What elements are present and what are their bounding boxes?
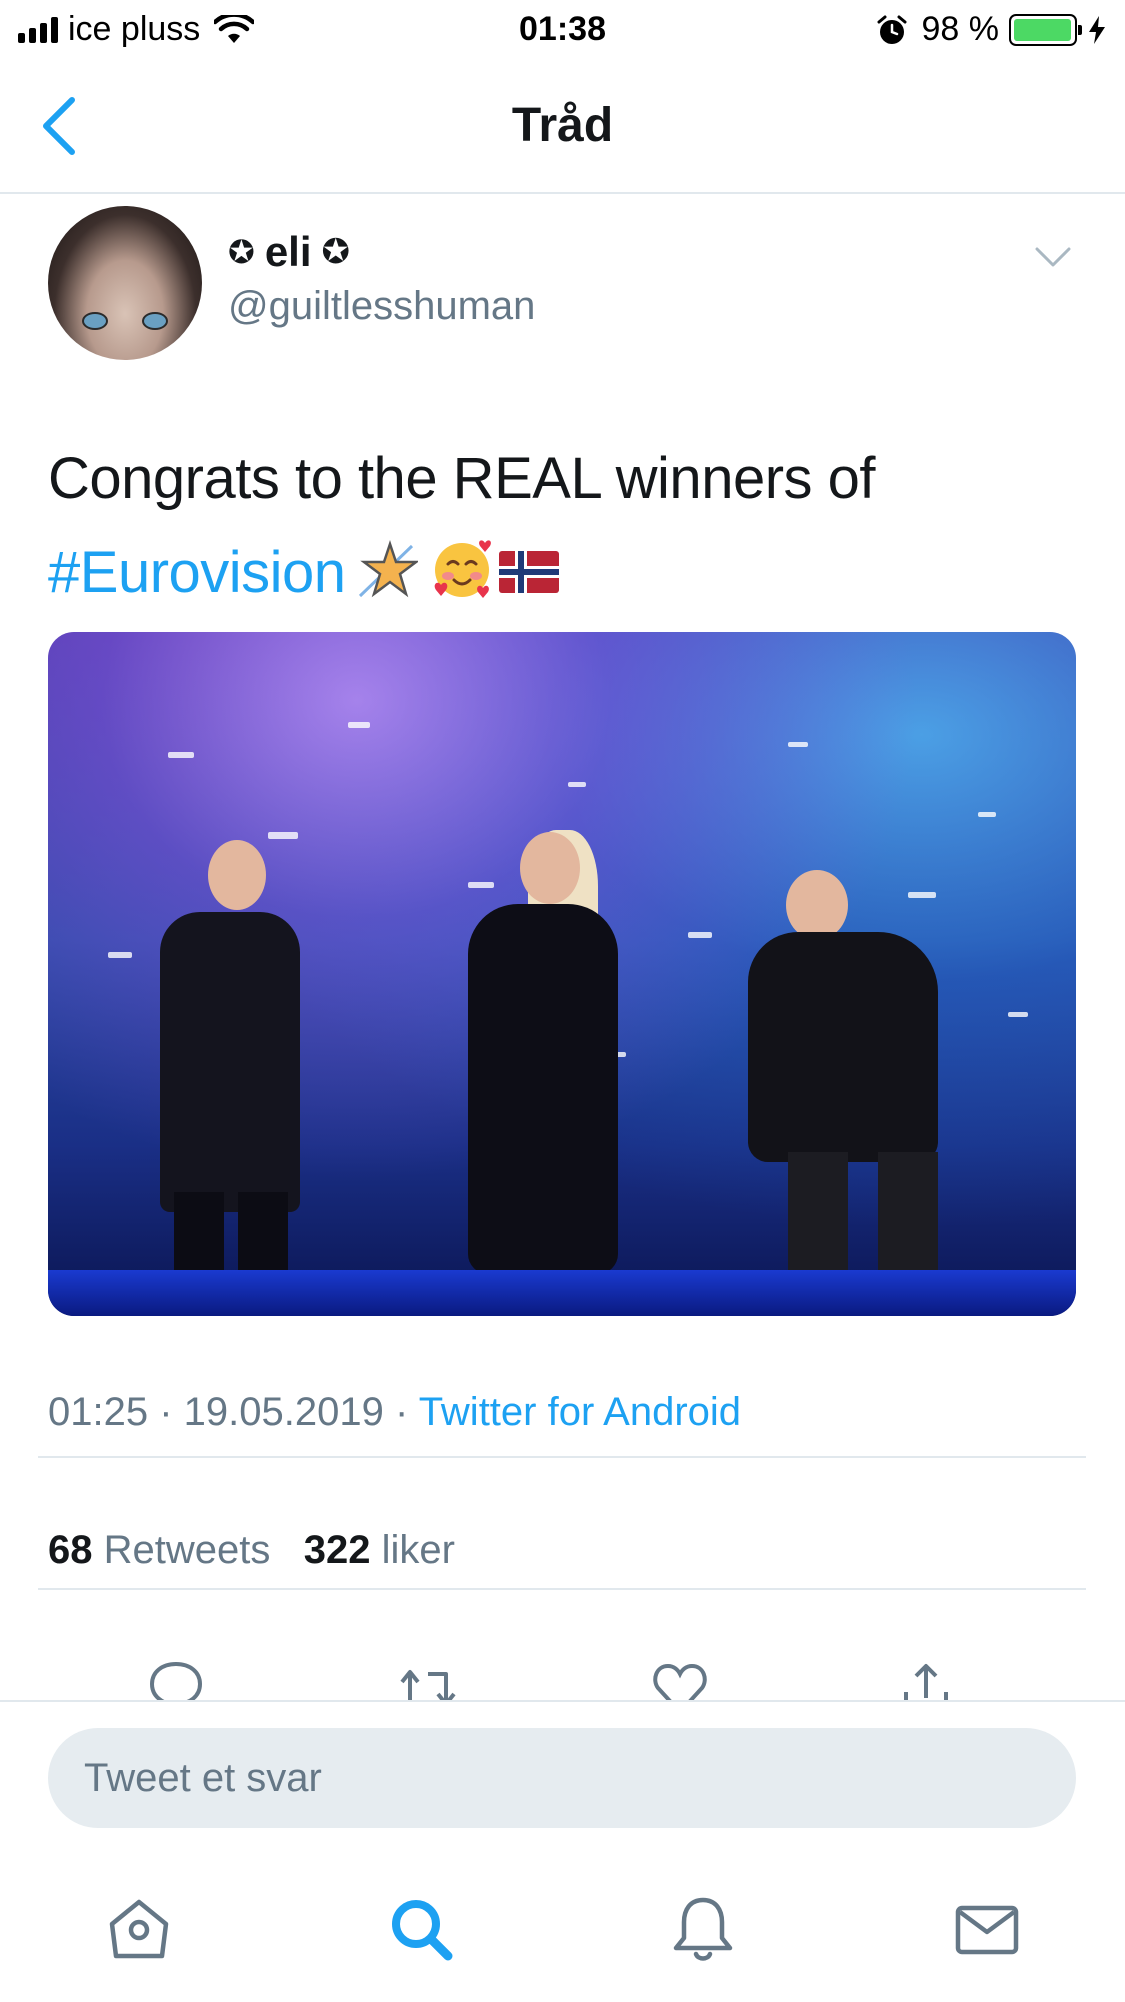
meta-separator: · bbox=[148, 1390, 184, 1434]
search-icon[interactable] bbox=[386, 1894, 456, 1964]
retweet-icon[interactable] bbox=[398, 1658, 458, 1702]
smiling-face-with-hearts-emoji bbox=[434, 540, 491, 598]
tweet-time: 01:25 bbox=[48, 1390, 149, 1434]
author-handle[interactable]: @guiltlesshuman bbox=[228, 284, 535, 329]
reply-input[interactable]: Tweet et svar bbox=[48, 1728, 1076, 1828]
norway-flag-emoji bbox=[498, 551, 559, 593]
tweet-text: Congrats to the REAL winners of #Eurovis… bbox=[48, 432, 1078, 620]
reply-composer-bar: Tweet et svar bbox=[0, 1700, 1125, 2002]
meta-separator: · bbox=[383, 1390, 419, 1434]
photo-stage bbox=[48, 1270, 1076, 1316]
status-right: 98 % bbox=[876, 10, 1108, 49]
tweet-meta: 01:25 · 19.05.2019 · Twitter for Android bbox=[48, 1390, 741, 1435]
hashtag-link[interactable]: #Eurovision bbox=[48, 540, 346, 605]
reply-icon[interactable] bbox=[146, 1658, 206, 1702]
battery-percent: 98 % bbox=[921, 10, 1000, 48]
likes-stat[interactable]: 322 liker bbox=[304, 1528, 455, 1572]
divider bbox=[38, 1588, 1086, 1590]
battery-icon bbox=[1009, 13, 1082, 46]
like-icon[interactable] bbox=[650, 1658, 710, 1702]
tweet-stats: 68 Retweets 322 liker bbox=[48, 1528, 455, 1573]
avatar-eye-right bbox=[142, 312, 168, 330]
battery-fill bbox=[1014, 18, 1071, 41]
author-display-name[interactable]: ✪ eli ✪ bbox=[228, 228, 350, 276]
tweet-source-link[interactable]: Twitter for Android bbox=[419, 1390, 741, 1434]
retweets-label: Retweets bbox=[92, 1528, 271, 1572]
tweet-photo[interactable] bbox=[48, 632, 1076, 1316]
tweet-text-line: Congrats to the REAL winners of bbox=[48, 446, 876, 511]
retweets-stat[interactable]: 68 Retweets bbox=[48, 1528, 270, 1572]
alarm-icon bbox=[877, 15, 906, 44]
retweets-count: 68 bbox=[48, 1528, 93, 1572]
author-name: eli bbox=[264, 228, 312, 275]
name-suffix-star: ✪ bbox=[321, 233, 351, 271]
likes-count: 322 bbox=[303, 1528, 371, 1572]
reply-placeholder: Tweet et svar bbox=[84, 1755, 322, 1800]
status-bar: ice pluss 01:38 98 % bbox=[0, 0, 1125, 62]
nav-bar: Tråd bbox=[0, 62, 1125, 194]
tweet-date: 19.05.2019 bbox=[183, 1390, 384, 1434]
avatar-eye-left bbox=[82, 312, 108, 330]
share-icon[interactable] bbox=[896, 1658, 956, 1702]
chevron-down-icon[interactable] bbox=[1035, 246, 1071, 268]
avatar[interactable] bbox=[48, 206, 202, 360]
notifications-icon[interactable] bbox=[668, 1894, 738, 1964]
divider bbox=[38, 1456, 1086, 1458]
name-prefix-star: ✪ bbox=[228, 234, 255, 270]
tweet-actions bbox=[0, 1650, 1125, 1702]
tweet-text-line-2: #Eurovision bbox=[48, 526, 1078, 620]
shooting-star-emoji bbox=[358, 540, 418, 598]
likes-label: liker bbox=[370, 1528, 455, 1572]
charging-bolt-icon bbox=[1089, 15, 1105, 44]
home-icon[interactable] bbox=[104, 1894, 174, 1964]
page-title: Tråd bbox=[511, 99, 614, 152]
messages-icon[interactable] bbox=[952, 1894, 1022, 1964]
